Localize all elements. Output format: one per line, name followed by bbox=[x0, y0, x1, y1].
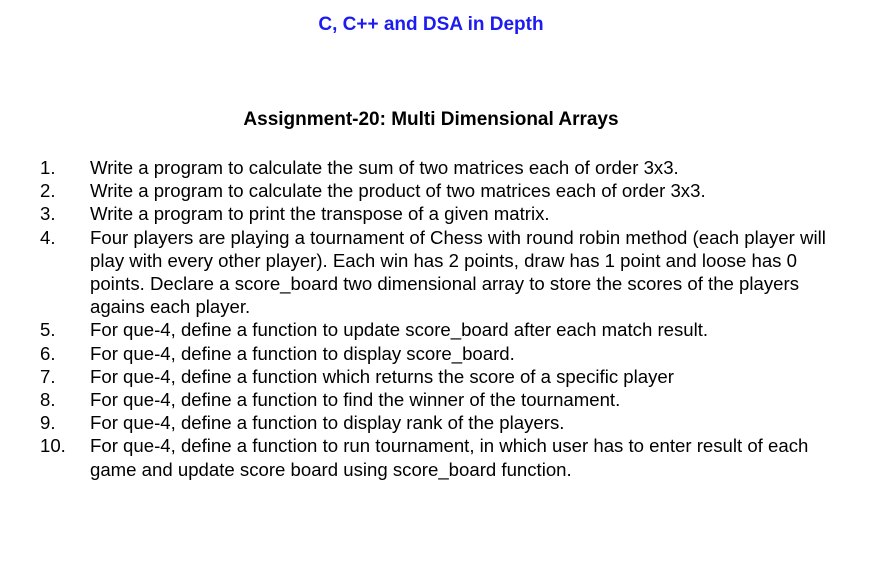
question-item: 1. Write a program to calculate the sum … bbox=[40, 156, 830, 179]
question-list: 1. Write a program to calculate the sum … bbox=[40, 156, 830, 481]
question-text: For que-4, define a function which retur… bbox=[90, 365, 674, 387]
question-item: 7. For que-4, define a function which re… bbox=[40, 365, 830, 388]
question-item: 8. For que-4, define a function to find … bbox=[40, 388, 830, 411]
question-text: For que-4, define a function to update s… bbox=[90, 319, 709, 341]
question-number: 2. bbox=[40, 180, 56, 202]
question-item: 6. For que-4, define a function to displ… bbox=[40, 342, 830, 365]
question-item: 2. Write a program to calculate the prod… bbox=[40, 179, 830, 202]
question-number: 8. bbox=[40, 389, 56, 411]
question-item: 9. For que-4, define a function to displ… bbox=[40, 411, 830, 434]
question-number: 1. bbox=[40, 157, 56, 178]
assignment-title: Assignment-20: Multi Dimensional Arrays bbox=[243, 109, 619, 130]
question-item: 3. Write a program to print the transpos… bbox=[40, 202, 830, 225]
question-item: 5. For que-4, define a function to updat… bbox=[40, 318, 830, 341]
question-text: For que-4, define a function to find the… bbox=[90, 389, 621, 411]
question-number: 6. bbox=[40, 342, 56, 364]
question-text: For que-4, define a function to display … bbox=[90, 342, 515, 364]
question-number: 10. bbox=[40, 435, 66, 457]
question-number: 9. bbox=[40, 412, 56, 434]
question-text: For que-4, define a function to run tour… bbox=[90, 435, 809, 480]
question-number: 7. bbox=[40, 365, 56, 387]
question-text: Four players are playing a tournament of… bbox=[90, 226, 826, 318]
question-text: Write a program to calculate the sum of … bbox=[90, 157, 679, 178]
question-text: Write a program to calculate the product… bbox=[90, 180, 706, 202]
question-number: 4. bbox=[40, 226, 56, 248]
question-item: 4. Four players are playing a tournament… bbox=[40, 226, 830, 319]
question-text: Write a program to print the transpose o… bbox=[90, 203, 550, 225]
question-number: 3. bbox=[40, 203, 56, 225]
document-page: C, C++ and DSA in Depth Assignment-20: M… bbox=[0, 0, 896, 578]
question-item: 10. For que-4, define a function to run … bbox=[40, 434, 830, 480]
course-title: C, C++ and DSA in Depth bbox=[318, 14, 544, 35]
question-number: 5. bbox=[40, 319, 56, 341]
question-text: For que-4, define a function to display … bbox=[90, 412, 565, 434]
